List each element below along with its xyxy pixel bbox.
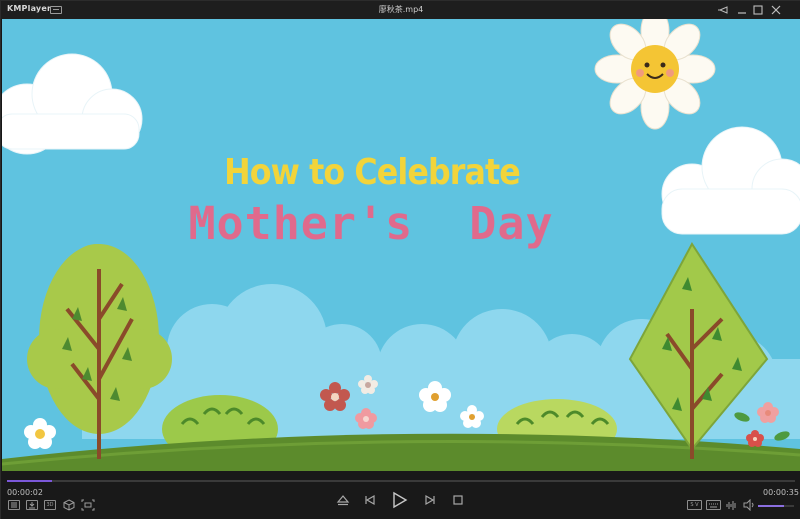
keyboard-icon[interactable] bbox=[706, 500, 721, 510]
close-icon[interactable] bbox=[769, 3, 783, 17]
volume-level bbox=[758, 505, 784, 507]
sv-icon[interactable]: S V bbox=[687, 500, 702, 510]
file-title: 廖秋茶.mp4 bbox=[378, 5, 424, 14]
pin-icon[interactable] bbox=[717, 3, 731, 17]
play-icon[interactable] bbox=[389, 490, 409, 510]
seek-bar[interactable] bbox=[7, 480, 795, 482]
video-frame[interactable]: How to Celebrate Mother's Day bbox=[2, 19, 800, 471]
cube-3d-icon[interactable] bbox=[63, 499, 75, 511]
playlist-icon[interactable] bbox=[8, 500, 20, 510]
volume-icon[interactable] bbox=[742, 499, 756, 511]
volume-slider[interactable] bbox=[758, 505, 794, 507]
total-time: 00:00:35 bbox=[763, 488, 799, 497]
seek-progress bbox=[7, 480, 52, 482]
control-bar: 00:00:02 00:00:35 3D S V bbox=[1, 471, 800, 519]
kmplayer-window: KMPlayer 廖秋茶.mp4 How to Celebrate Mother… bbox=[0, 0, 800, 519]
current-time: 00:00:02 bbox=[7, 488, 43, 497]
minimize-icon[interactable] bbox=[735, 3, 749, 17]
video-title-line1: How to Celebrate bbox=[224, 152, 521, 193]
title-bar[interactable]: KMPlayer 廖秋茶.mp4 bbox=[1, 1, 800, 19]
equalizer-icon[interactable] bbox=[725, 499, 738, 511]
vr-icon[interactable] bbox=[81, 499, 95, 511]
stop-icon[interactable] bbox=[451, 493, 465, 507]
maximize-icon[interactable] bbox=[751, 3, 765, 17]
subtitle-3d-icon[interactable]: 3D bbox=[44, 500, 56, 510]
eject-icon[interactable] bbox=[336, 493, 350, 507]
next-icon[interactable] bbox=[423, 493, 437, 507]
video-title-line2: Mother's Day bbox=[188, 197, 554, 250]
previous-icon[interactable] bbox=[363, 493, 377, 507]
capture-icon[interactable] bbox=[26, 500, 38, 510]
